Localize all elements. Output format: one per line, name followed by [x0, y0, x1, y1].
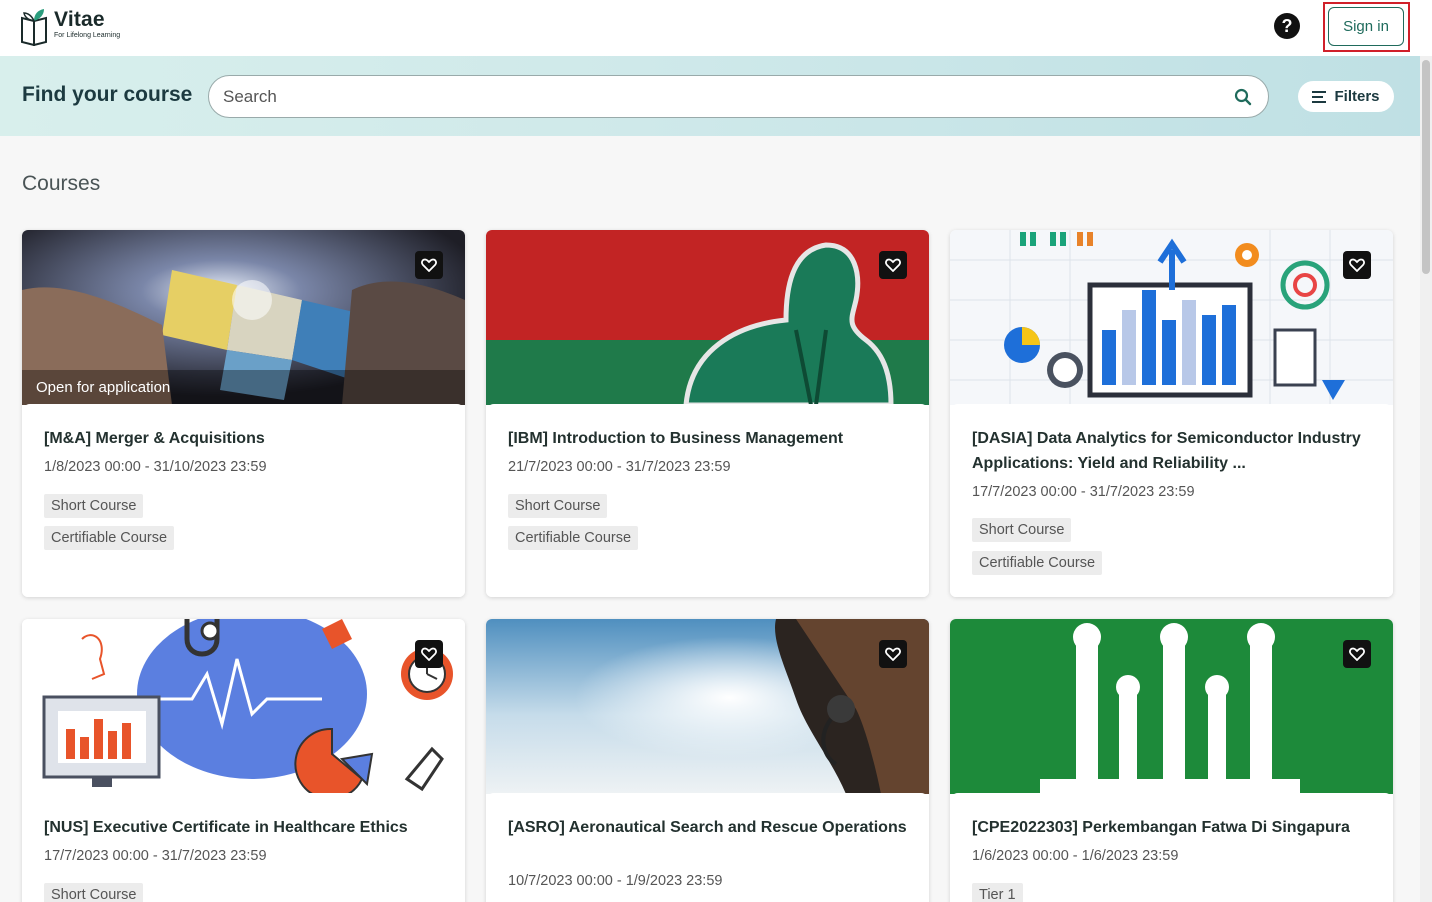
course-card[interactable]: Open for application [M&A] Merger & Acqu…	[22, 230, 465, 597]
filters-button[interactable]: Filters	[1298, 81, 1394, 112]
favorite-button[interactable]	[415, 251, 443, 279]
heart-icon	[1349, 258, 1365, 272]
course-card[interactable]: [CPE2022303] Perkembangan Fatwa Di Singa…	[950, 619, 1393, 902]
scrollbar-thumb[interactable]	[1422, 60, 1430, 274]
sign-in-button[interactable]: Sign in	[1328, 7, 1404, 46]
logo-tagline: For Lifelong Learning	[54, 32, 121, 39]
open-for-application-badge: Open for application	[22, 370, 465, 405]
course-tag: Short Course	[44, 494, 144, 518]
course-tag: Certifiable Course	[44, 526, 175, 550]
course-dates: 17/7/2023 00:00 - 31/7/2023 23:59	[44, 848, 267, 864]
favorite-button[interactable]	[1343, 251, 1371, 279]
search-banner: Find your course Filters	[0, 56, 1420, 136]
course-card-body: [M&A] Merger & Acquisitions 1/8/2023 00:…	[22, 404, 465, 597]
courses-section-title: Courses	[22, 172, 101, 195]
course-image-business	[486, 230, 929, 405]
course-card-body: [IBM] Introduction to Business Managemen…	[486, 404, 929, 597]
search-icon[interactable]	[1234, 88, 1252, 106]
course-dates: 1/6/2023 00:00 - 1/6/2023 23:59	[972, 848, 1179, 864]
course-card[interactable]: [NUS] Executive Certificate in Healthcar…	[22, 619, 465, 902]
course-tag: Short Course	[508, 494, 608, 518]
top-header: Vitae For Lifelong Learning ? Sign in	[0, 0, 1432, 56]
course-card[interactable]: [DASIA] Data Analytics for Semiconductor…	[950, 230, 1393, 597]
course-title[interactable]: [IBM] Introduction to Business Managemen…	[508, 426, 908, 451]
heart-icon	[885, 647, 901, 661]
heart-icon	[421, 647, 437, 661]
course-image-analytics	[950, 230, 1393, 405]
course-dates: 10/7/2023 00:00 - 1/9/2023 23:59	[508, 873, 723, 889]
course-title[interactable]: [CPE2022303] Perkembangan Fatwa Di Singa…	[972, 815, 1372, 840]
course-title[interactable]: [DASIA] Data Analytics for Semiconductor…	[972, 426, 1372, 476]
course-tag: Tier 1	[972, 883, 1023, 902]
course-title[interactable]: [M&A] Merger & Acquisitions	[44, 426, 444, 451]
course-dates: 1/8/2023 00:00 - 31/10/2023 23:59	[44, 459, 267, 475]
course-image-healthcare	[22, 619, 465, 794]
vitae-logo[interactable]: Vitae For Lifelong Learning	[18, 8, 120, 46]
find-course-title: Find your course	[22, 83, 193, 106]
heart-icon	[885, 258, 901, 272]
course-image-mosque	[950, 619, 1393, 794]
heart-icon	[1349, 647, 1365, 661]
course-card-body: [ASRO] Aeronautical Search and Rescue Op…	[486, 793, 929, 902]
course-card[interactable]: [IBM] Introduction to Business Managemen…	[486, 230, 929, 597]
help-button[interactable]: ?	[1274, 13, 1300, 39]
course-card-body: [CPE2022303] Perkembangan Fatwa Di Singa…	[950, 793, 1393, 902]
question-icon: ?	[1281, 15, 1293, 36]
course-tag: Short Course	[972, 518, 1072, 542]
book-logo-icon	[21, 9, 47, 46]
favorite-button[interactable]	[415, 640, 443, 668]
favorite-button[interactable]	[879, 251, 907, 279]
filter-lines-icon	[1312, 90, 1327, 103]
favorite-button[interactable]	[1343, 640, 1371, 668]
course-title[interactable]: [ASRO] Aeronautical Search and Rescue Op…	[508, 815, 908, 840]
course-card[interactable]: [ASRO] Aeronautical Search and Rescue Op…	[486, 619, 929, 902]
search-box[interactable]	[208, 75, 1269, 118]
course-tag: Certifiable Course	[508, 526, 639, 550]
favorite-button[interactable]	[879, 640, 907, 668]
search-input[interactable]	[223, 86, 1203, 108]
heart-icon	[421, 258, 437, 272]
course-dates: 17/7/2023 00:00 - 31/7/2023 23:59	[972, 484, 1195, 500]
course-tag: Short Course	[44, 883, 144, 902]
course-image-aviation	[486, 619, 929, 794]
filters-label: Filters	[1334, 88, 1380, 105]
course-card-body: [DASIA] Data Analytics for Semiconductor…	[950, 404, 1393, 597]
logo-name: Vitae	[54, 8, 105, 31]
course-image-puzzle: Open for application	[22, 230, 465, 405]
course-card-body: [NUS] Executive Certificate in Healthcar…	[22, 793, 465, 902]
course-tag: Certifiable Course	[972, 551, 1103, 575]
course-title[interactable]: [NUS] Executive Certificate in Healthcar…	[44, 815, 444, 840]
course-dates: 21/7/2023 00:00 - 31/7/2023 23:59	[508, 459, 731, 475]
